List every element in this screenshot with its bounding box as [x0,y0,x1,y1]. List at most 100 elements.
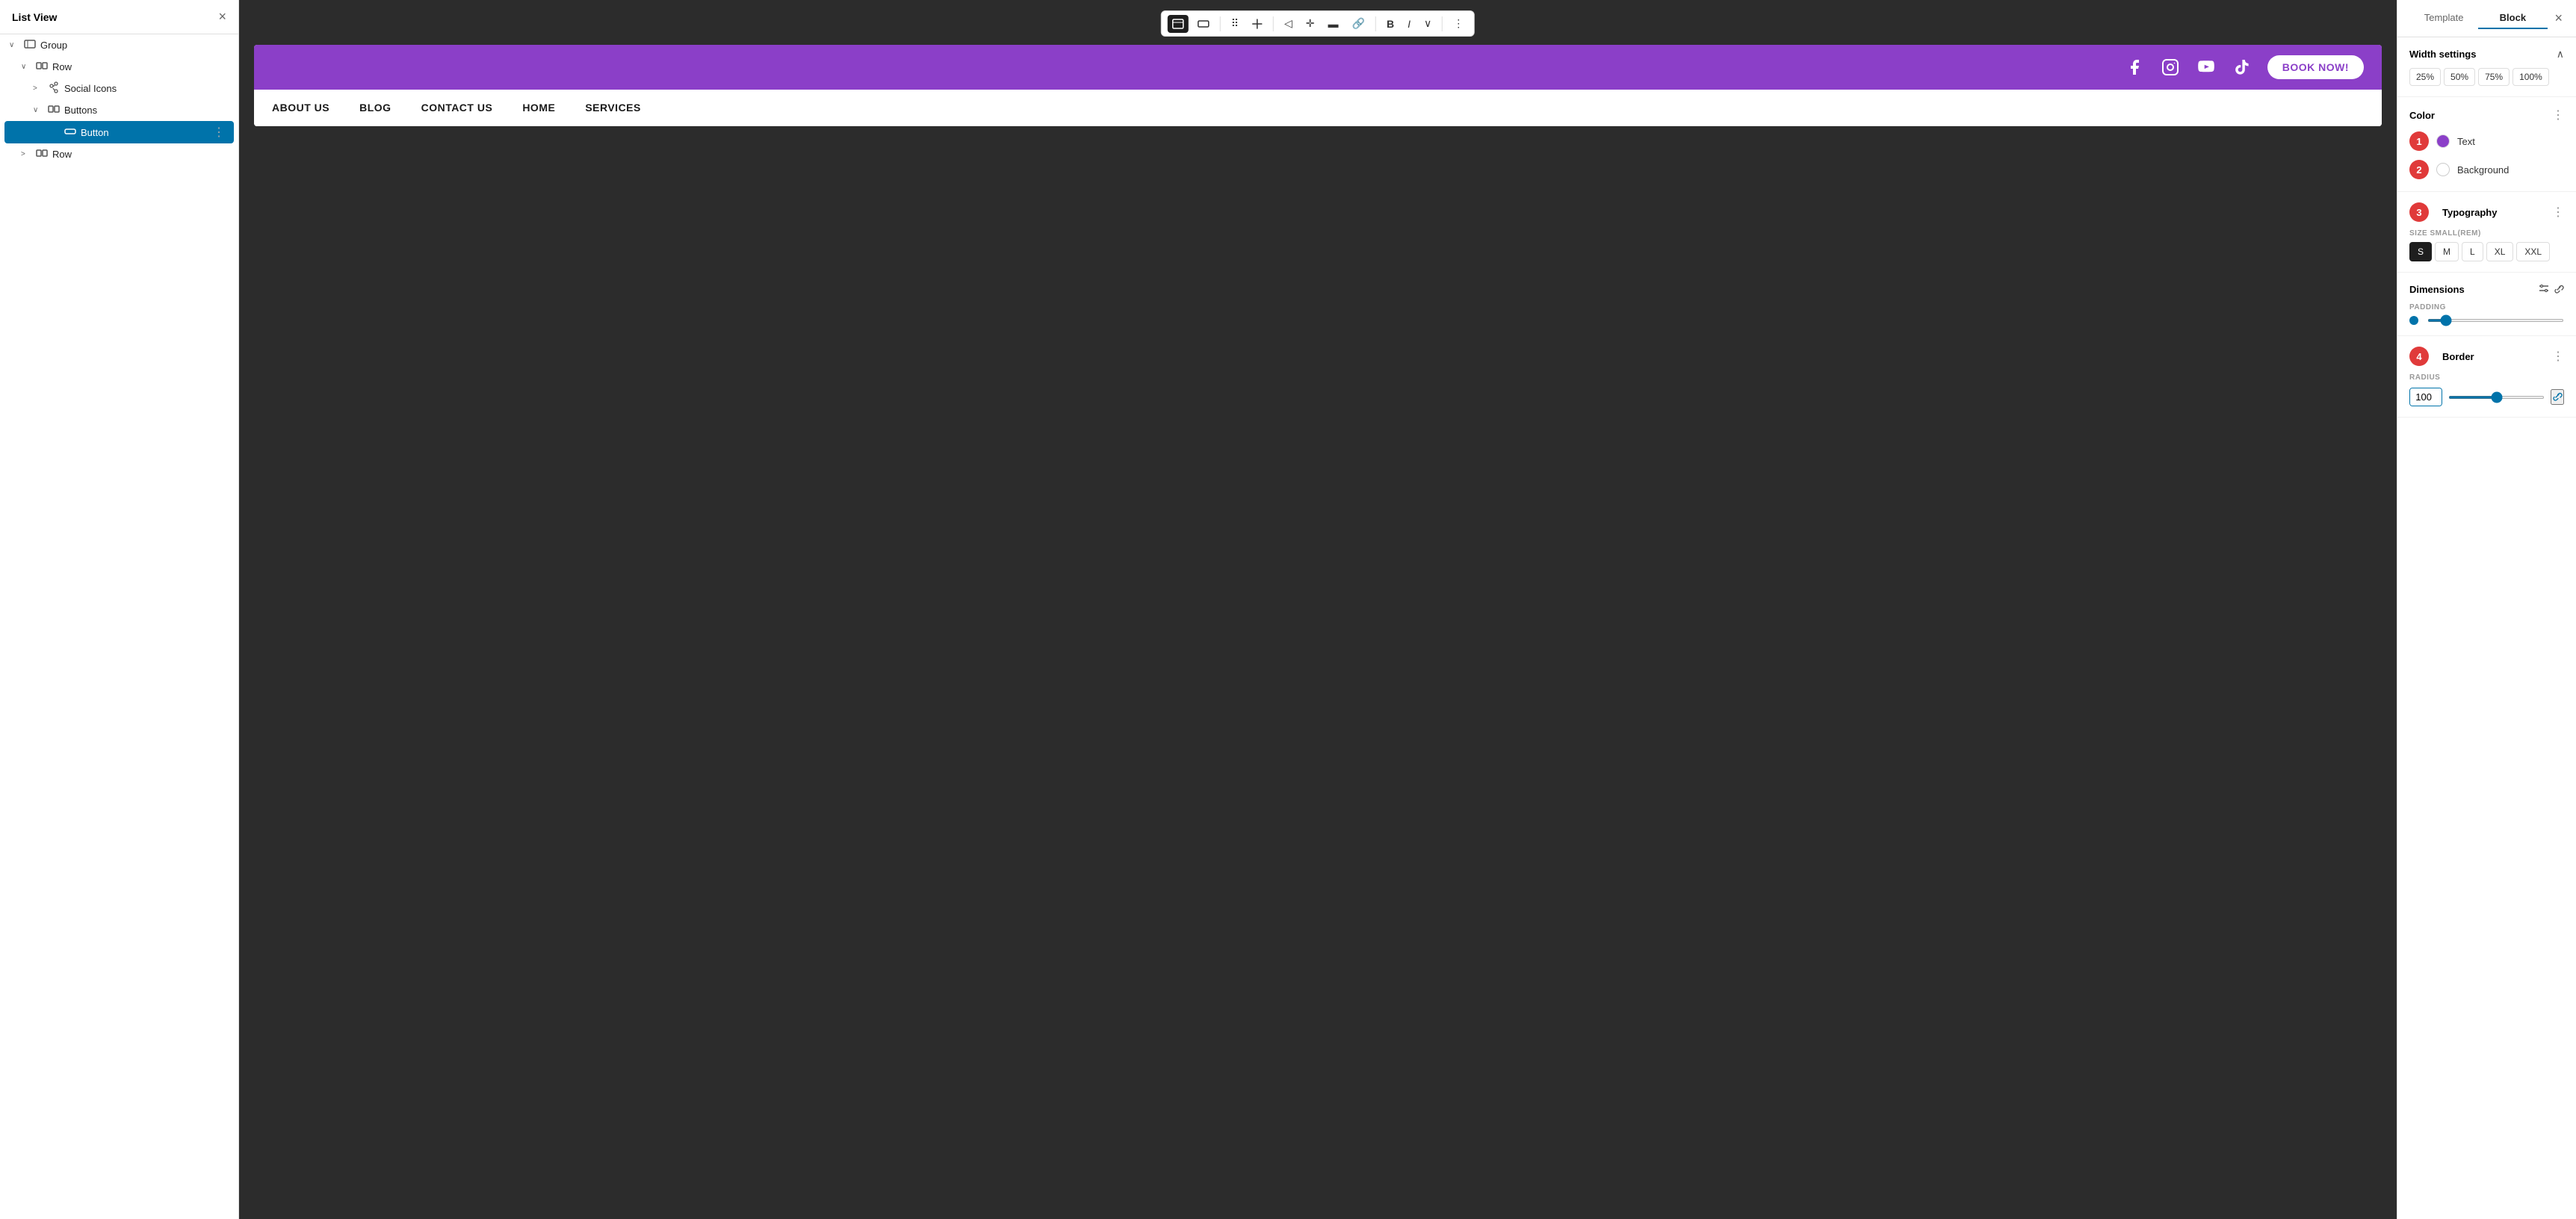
button-dots[interactable]: ⋮ [213,125,225,140]
tab-block[interactable]: Block [2478,7,2547,29]
left-panel: List View × ∨ Group ∨ Row > Social Icons [0,0,239,1219]
row2-icon [36,147,48,161]
width-25[interactable]: 25% [2409,68,2441,86]
radius-label: RADIUS [2409,373,2564,382]
typography-options[interactable]: ⋮ [2552,205,2564,220]
chevron-group: ∨ [9,41,19,49]
width-settings-toggle[interactable]: ∧ [2557,48,2564,61]
align-center-button[interactable]: ✛ [1301,14,1319,33]
left-panel-title: List View [12,11,57,23]
row2-label: Row [52,149,72,160]
padding-slider-dot [2409,316,2418,325]
nav-contact-us[interactable]: CONTACT US [421,102,493,114]
tree-item-row1[interactable]: ∨ Row [0,56,238,78]
color-section: Color ⋮ 1 Text 2 Background [2397,97,2576,192]
instagram-icon [2160,57,2181,78]
width-settings-section: Width settings ∧ 25% 50% 75% 100% [2397,37,2576,97]
width-50[interactable]: 50% [2444,68,2475,86]
dimensions-header: Dimensions [2409,283,2564,296]
tab-template[interactable]: Template [2409,7,2478,29]
tree-item-group[interactable]: ∨ Group [0,34,238,56]
width-buttons-group: 25% 50% 75% 100% [2409,68,2564,86]
badge-1: 1 [2409,131,2429,151]
nav-home[interactable]: HOME [522,102,555,114]
typography-title-row: 3 Typography [2409,202,2497,222]
tree-item-buttons[interactable]: ∨ Buttons [0,99,238,121]
align-left-button[interactable]: ◁ [1280,14,1297,33]
tree-item-social-icons[interactable]: > Social Icons [0,78,238,99]
nav-blog[interactable]: BLOG [359,102,391,114]
drag-button[interactable]: ⠿ [1227,14,1243,33]
width-75[interactable]: 75% [2478,68,2510,86]
padding-slider[interactable] [2427,319,2564,322]
size-s[interactable]: S [2409,242,2432,261]
row1-icon [36,60,48,74]
text-color-option[interactable]: Text [2436,130,2475,152]
link-button[interactable]: 🔗 [1348,14,1369,33]
dimensions-section: Dimensions PADDING [2397,273,2576,336]
radius-slider[interactable] [2448,396,2545,399]
radius-row: PX [2409,388,2564,406]
text-color-swatch [2436,134,2450,148]
chevron-row1: ∨ [21,63,31,71]
background-color-option[interactable]: Background [2436,158,2509,181]
toolbar-divider-1 [1220,16,1221,31]
size-label: SIZE SMALL(REM) [2409,229,2564,238]
button-icon [64,125,76,140]
dimensions-settings-icon[interactable] [2539,283,2549,296]
book-now-button[interactable]: BOOK NOW! [2267,55,2364,79]
group-icon [24,38,36,52]
size-m[interactable]: M [2435,242,2459,261]
border-options[interactable]: ⋮ [2552,349,2564,364]
social-icons-label: Social Icons [64,83,117,94]
buttons-icon [48,103,60,117]
social-icon [48,81,60,96]
move-button[interactable] [1248,16,1267,32]
radius-link-icon[interactable] [2551,389,2564,405]
left-panel-close[interactable]: × [218,9,226,25]
tree-item-button[interactable]: › Button ⋮ [4,121,234,143]
size-xxl[interactable]: XXL [2516,242,2550,261]
right-panel-close[interactable]: × [2553,9,2564,28]
text-view-button[interactable] [1193,15,1214,33]
toolbar-divider-4 [1442,16,1443,31]
more-options-button[interactable]: ⋮ [1449,14,1468,33]
color-header: Color ⋮ [2409,108,2564,122]
group-label: Group [40,40,67,51]
border-section: 4 Border ⋮ RADIUS PX [2397,336,2576,418]
bold-button[interactable]: B [1382,15,1399,33]
width-settings-header: Width settings ∧ [2409,48,2564,61]
nav-services[interactable]: SERVICES [585,102,641,114]
text-color-row: 1 Text [2409,130,2564,152]
background-color-label: Background [2457,164,2509,176]
padding-slider-row [2409,316,2564,325]
size-l[interactable]: L [2462,242,2483,261]
button-label: Button [81,127,109,138]
tiktok-icon [2232,57,2253,78]
nav-bar: ABOUT US BLOG CONTACT US HOME SERVICES [254,90,2382,126]
background-color-row: 2 Background [2409,158,2564,181]
preview-wrapper: BOOK NOW! ABOUT US BLOG CONTACT US HOME … [254,45,2382,126]
italic-button[interactable]: I [1403,15,1415,33]
radius-input[interactable] [2410,388,2442,406]
background-color-swatch [2436,163,2450,176]
social-bar: BOOK NOW! [254,45,2382,90]
right-panel-header: Template Block × [2397,0,2576,37]
tree-item-row2[interactable]: > Row [0,143,238,165]
right-panel: Template Block × Width settings ∧ 25% 50… [2397,0,2576,1219]
dimensions-actions [2539,283,2564,296]
text-color-label: Text [2457,136,2475,147]
row1-label: Row [52,61,72,72]
facebook-icon [2124,57,2145,78]
tree-view: ∨ Group ∨ Row > Social Icons ∨ [0,34,238,165]
size-xl[interactable]: XL [2486,242,2514,261]
more-formats-button[interactable]: ∨ [1419,14,1436,33]
color-options[interactable]: ⋮ [2552,108,2564,122]
nav-about-us[interactable]: ABOUT US [272,102,329,114]
dimensions-title: Dimensions [2409,284,2465,295]
align-full-button[interactable]: ▬ [1324,15,1343,33]
block-view-button[interactable] [1168,15,1189,33]
width-100[interactable]: 100% [2512,68,2549,86]
youtube-icon [2196,57,2217,78]
dimensions-link-icon[interactable] [2554,283,2564,296]
